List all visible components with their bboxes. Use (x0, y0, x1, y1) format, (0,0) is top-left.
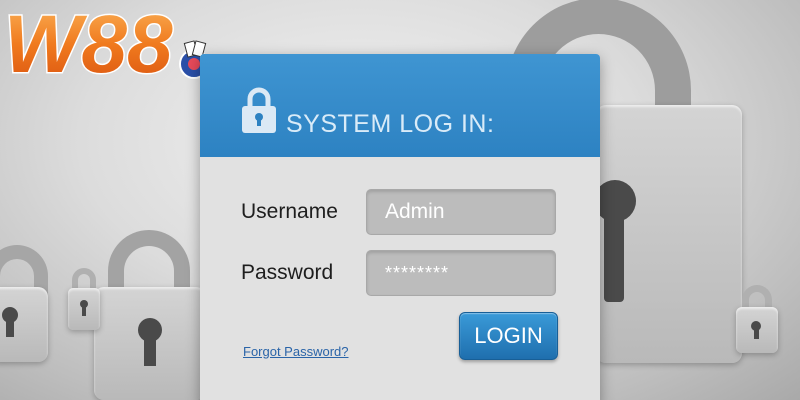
background-padlock-icon (734, 285, 780, 355)
logo-text: W88 (4, 2, 173, 80)
login-panel: SYSTEM LOG IN: Username Password Forgot … (200, 54, 600, 400)
padlock-icon (242, 87, 276, 133)
w88-logo: W88 (2, 0, 222, 92)
username-input[interactable] (366, 189, 556, 235)
password-label: Password (241, 261, 334, 284)
login-title: SYSTEM LOG IN: (286, 110, 495, 138)
background-padlock-icon (0, 245, 50, 362)
username-label: Username (241, 200, 338, 223)
background-padlock-icon (90, 230, 210, 400)
login-button[interactable]: LOGIN (459, 312, 558, 360)
background-padlock-icon (68, 268, 100, 338)
password-input[interactable] (366, 250, 556, 296)
forgot-password-link[interactable]: Forgot Password? (243, 344, 349, 359)
login-header: SYSTEM LOG IN: (200, 54, 600, 157)
